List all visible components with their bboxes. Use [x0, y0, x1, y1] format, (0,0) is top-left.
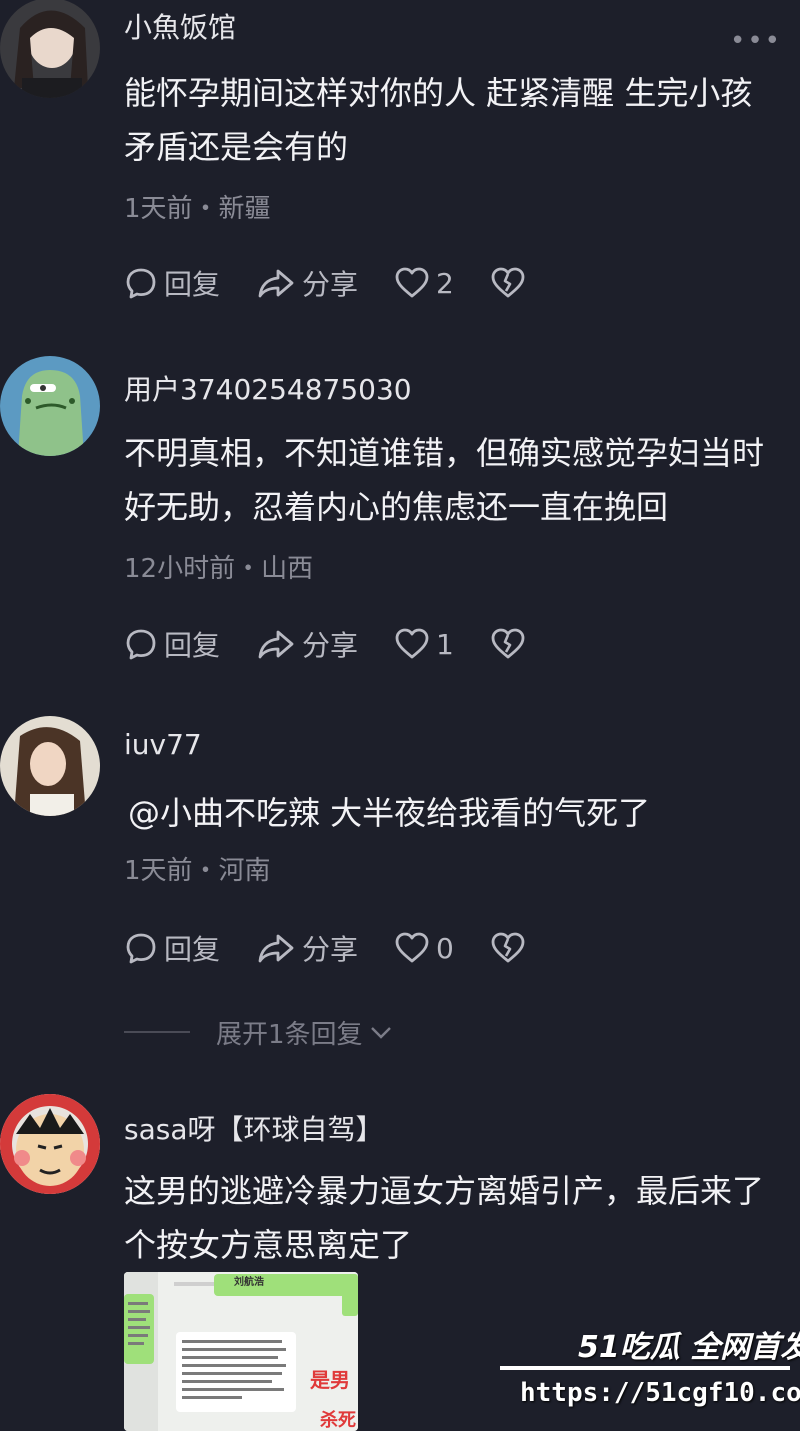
watermark-url: https://51cgf10.com	[520, 1378, 800, 1408]
comment-meta: 1天前・河南	[124, 856, 271, 886]
watermark-line	[500, 1366, 790, 1370]
comment-actions: 回复 分享 1	[124, 624, 562, 664]
more-options-icon[interactable]: •••	[730, 26, 782, 56]
username[interactable]: sasa呀【环球自驾】	[124, 1108, 384, 1148]
broken-heart-icon	[491, 932, 525, 963]
avatar[interactable]	[0, 1094, 100, 1194]
share-label: 分享	[302, 933, 359, 966]
reply-label: 回复	[164, 268, 221, 301]
username[interactable]: 小魚饭馆	[124, 6, 236, 46]
comment-bubble-icon	[126, 933, 156, 964]
like-button[interactable]: 0	[394, 931, 454, 965]
expand-replies-label: 展开1条回复	[216, 1019, 363, 1050]
share-button[interactable]: 分享	[256, 263, 358, 303]
heart-icon	[395, 628, 429, 659]
username[interactable]: iuv77	[124, 728, 202, 761]
avatar[interactable]	[0, 0, 100, 98]
comment-meta: 12小时前・山西	[124, 554, 314, 584]
comment-text: @小曲不吃辣 大半夜给我看的气死了	[128, 794, 651, 832]
reply-button[interactable]: 回复	[124, 624, 220, 664]
watermark-brand: 51吃瓜 全网首发	[578, 1330, 800, 1365]
share-label: 分享	[302, 629, 359, 662]
avatar[interactable]	[0, 716, 100, 816]
reply-button[interactable]: 回复	[124, 928, 220, 968]
broken-heart-icon	[491, 628, 525, 659]
comment-image[interactable]: 刘航浩 是男 杀死	[124, 1272, 358, 1431]
username[interactable]: 用户3740254875030	[124, 368, 412, 408]
chat-contact-name: 刘航浩	[234, 1277, 264, 1288]
dislike-button[interactable]	[490, 931, 526, 965]
comment-bubble-icon	[126, 629, 156, 660]
overlay-text: 杀死	[320, 1410, 356, 1431]
heart-icon	[395, 932, 429, 963]
like-count: 0	[436, 931, 454, 965]
reply-label: 回复	[164, 629, 221, 662]
share-arrow-icon	[258, 269, 294, 298]
share-button[interactable]: 分享	[256, 624, 358, 664]
like-button[interactable]: 2	[394, 266, 454, 300]
like-count: 1	[436, 627, 454, 661]
dislike-button[interactable]	[490, 266, 526, 300]
comment-meta: 1天前・新疆	[124, 194, 271, 224]
comment-bubble-icon	[126, 268, 156, 299]
watermark: 51吃瓜 全网首发 https://51cgf10.com	[500, 1322, 800, 1422]
heart-icon	[395, 267, 429, 298]
like-count: 2	[436, 266, 454, 300]
share-button[interactable]: 分享	[256, 928, 358, 968]
share-arrow-icon	[258, 630, 294, 659]
comment-actions: 回复 分享 2	[124, 263, 562, 303]
dislike-button[interactable]	[490, 627, 526, 661]
avatar[interactable]	[0, 356, 100, 456]
divider	[124, 1031, 190, 1033]
broken-heart-icon	[491, 267, 525, 298]
comment-text: 能怀孕期间这样对你的人 赶紧清醒 生完小孩矛盾还是会有的	[124, 74, 753, 166]
share-arrow-icon	[258, 934, 294, 963]
expand-replies-button[interactable]: 展开1条回复	[124, 1012, 395, 1052]
reply-label: 回复	[164, 933, 221, 966]
chevron-down-icon	[370, 1027, 391, 1039]
overlay-text: 是男	[310, 1368, 350, 1392]
comment-text: 不明真相，不知道谁错，但确实感觉孕妇当时好无助，忍着内心的焦虑还一直在挽回	[124, 434, 765, 526]
comment-actions: 回复 分享 0	[124, 928, 562, 968]
reply-button[interactable]: 回复	[124, 263, 220, 303]
comment-text: 这男的逃避冷暴力逼女方离婚引产，最后来了个按女方意思离定了	[124, 1172, 765, 1264]
like-button[interactable]: 1	[394, 627, 454, 661]
share-label: 分享	[302, 268, 359, 301]
